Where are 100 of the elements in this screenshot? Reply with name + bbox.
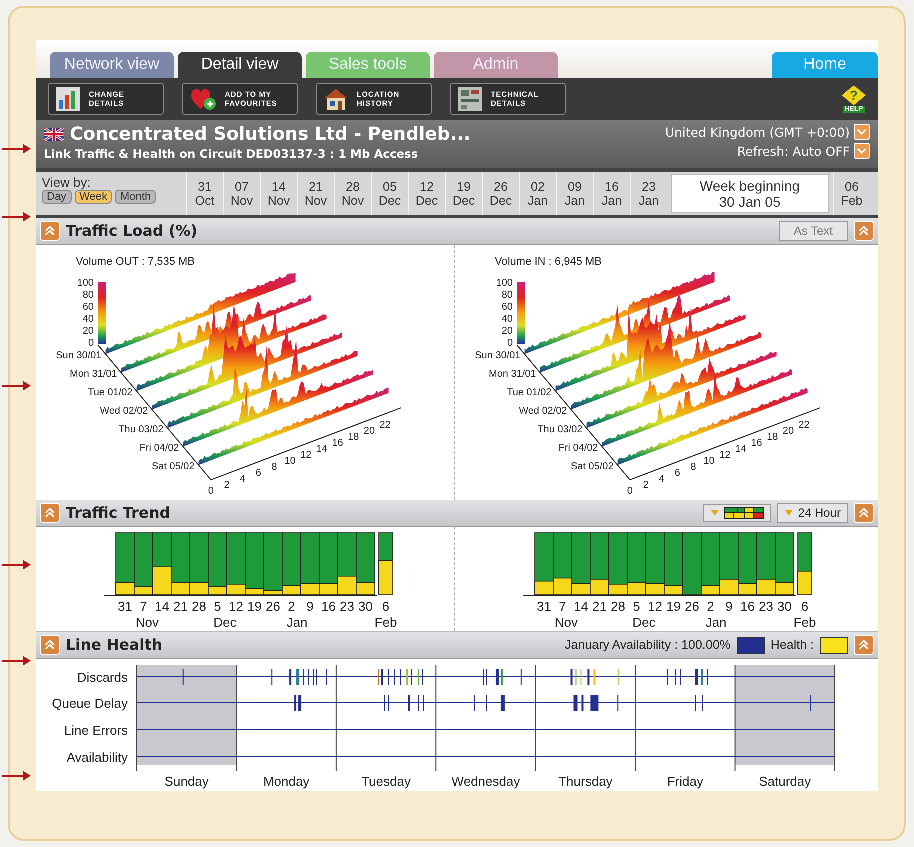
- metric-label: Discards: [77, 670, 128, 685]
- stacked-bar: [245, 532, 264, 596]
- stacked-bar: [590, 532, 610, 596]
- week-tick-label: 2: [707, 599, 714, 614]
- scale-label: 0: [88, 338, 94, 349]
- week-tick-label: 7: [140, 599, 148, 614]
- week-link[interactable]: 23 Jan: [630, 172, 667, 215]
- hour-label: 12: [300, 450, 312, 462]
- annotation-arrow-icon: [2, 559, 32, 571]
- view-by-label: View by:: [42, 175, 92, 190]
- circuit-subtitle: Link Traffic & Health on Circuit DED03137-3 : 1 Mb Access: [44, 147, 420, 161]
- week-link[interactable]: 06 Feb: [833, 172, 870, 215]
- hour-label: 6: [256, 468, 262, 480]
- hour-label: 0: [208, 486, 214, 498]
- week-link[interactable]: 09 Jan: [556, 172, 593, 215]
- double-chevron-up-icon: [858, 225, 870, 237]
- color-scale-bar: [98, 282, 106, 344]
- week-tick-label: 12: [229, 599, 244, 614]
- scale-label: 100: [77, 278, 94, 289]
- week-tick-label: 30: [358, 599, 373, 614]
- metric-label: Availability: [66, 750, 128, 765]
- view-toggle[interactable]: Week: [74, 190, 112, 204]
- color-scheme-dropdown[interactable]: [703, 504, 772, 522]
- scale-label: 60: [82, 302, 94, 313]
- nav-tab[interactable]: Detail view: [178, 52, 302, 78]
- hour-label: 2: [643, 480, 649, 492]
- scale-label: 20: [502, 326, 513, 337]
- stacked-bar: [756, 532, 776, 596]
- stacked-bar: [338, 532, 357, 596]
- week-tick-label: 31: [118, 599, 132, 614]
- color-grid-icon: [724, 507, 764, 519]
- week-link[interactable]: 05 Dec: [371, 172, 408, 215]
- house-icon: [323, 86, 349, 112]
- metric-label: Queue Delay: [52, 696, 128, 711]
- period-dropdown[interactable]: 24 Hour: [777, 503, 848, 523]
- week-link[interactable]: Week beginning 30 Jan 05: [671, 174, 829, 213]
- week-link[interactable]: 28 Nov: [334, 172, 371, 215]
- double-chevron-up-icon: [44, 225, 56, 237]
- dropdown-button[interactable]: [854, 124, 870, 140]
- stacked-bar: [226, 532, 246, 596]
- collapse-button[interactable]: [40, 635, 60, 655]
- collapse-button[interactable]: [854, 221, 874, 241]
- hour-label: 6: [674, 468, 680, 480]
- week-link[interactable]: 07 Nov: [223, 172, 260, 215]
- hour-label: 8: [690, 462, 696, 474]
- stacked-bar: [208, 532, 228, 596]
- week-link[interactable]: 19 Dec: [445, 172, 482, 215]
- stacked-bar: [300, 532, 320, 596]
- hour-label: 0: [627, 486, 633, 498]
- month-label: Nov: [136, 615, 159, 630]
- view-toggle[interactable]: Month: [115, 190, 156, 204]
- hour-label: 16: [332, 438, 344, 450]
- week-link[interactable]: 31 Oct: [186, 172, 223, 215]
- stacked-bar: [720, 532, 739, 596]
- as-text-button[interactable]: As Text: [778, 221, 848, 241]
- week-tick-label: 5: [633, 599, 640, 614]
- day-label: Wed 02/02: [519, 406, 568, 417]
- week-link[interactable]: 21 Nov: [297, 172, 334, 215]
- scale-label: 80: [82, 290, 94, 301]
- collapse-button[interactable]: [854, 503, 874, 523]
- week-link[interactable]: 02 Jan: [519, 172, 556, 215]
- week-link[interactable]: 26 Dec: [482, 172, 519, 215]
- health-label: Health :: [770, 638, 814, 652]
- stacked-bar: [171, 532, 190, 596]
- collapse-button[interactable]: [40, 503, 60, 523]
- scale-label: 40: [82, 314, 94, 325]
- hour-label: 10: [704, 456, 715, 468]
- weekday-label: Thursday: [558, 774, 613, 789]
- chevron-down-icon: [857, 148, 867, 154]
- day-label: Sun 30/01: [475, 350, 521, 362]
- section-title: Traffic Load (%): [66, 222, 198, 240]
- caret-down-icon: [710, 510, 720, 516]
- collapse-button[interactable]: [854, 635, 874, 655]
- week-tick-label: 7: [559, 599, 566, 614]
- week-tick-label: 26: [266, 599, 280, 614]
- view-toggle[interactable]: Day: [42, 190, 72, 204]
- week-link[interactable]: 16 Jan: [593, 172, 630, 215]
- week-tick-label: 19: [248, 599, 262, 614]
- stacked-bar: [378, 532, 394, 596]
- week-tick-label: 28: [192, 599, 206, 614]
- chart-icon: [55, 86, 81, 112]
- week-tick-label: 19: [666, 599, 681, 614]
- uk-flag-icon: [44, 128, 64, 141]
- legend-swatch: [736, 636, 765, 654]
- dropdown-button[interactable]: [854, 143, 870, 159]
- stacked-bar: [534, 532, 554, 596]
- week-tick-label: 6: [382, 599, 390, 614]
- hour-label: 16: [751, 438, 762, 450]
- annotation-arrow-icon: [2, 143, 32, 155]
- scale-label: 0: [507, 338, 513, 349]
- annotation-arrow-icon: [2, 770, 32, 782]
- week-link[interactable]: 14 Nov: [260, 172, 297, 215]
- annotation-arrow-icon: [2, 380, 32, 392]
- week-tick-label: 23: [759, 599, 774, 614]
- collapse-button[interactable]: [40, 221, 60, 241]
- annotation-arrow-icon: [2, 211, 32, 223]
- stacked-bar: [190, 532, 209, 596]
- week-tick-label: 26: [685, 599, 700, 614]
- week-tick-label: 16: [740, 599, 755, 614]
- week-link[interactable]: 12 Dec: [408, 172, 445, 215]
